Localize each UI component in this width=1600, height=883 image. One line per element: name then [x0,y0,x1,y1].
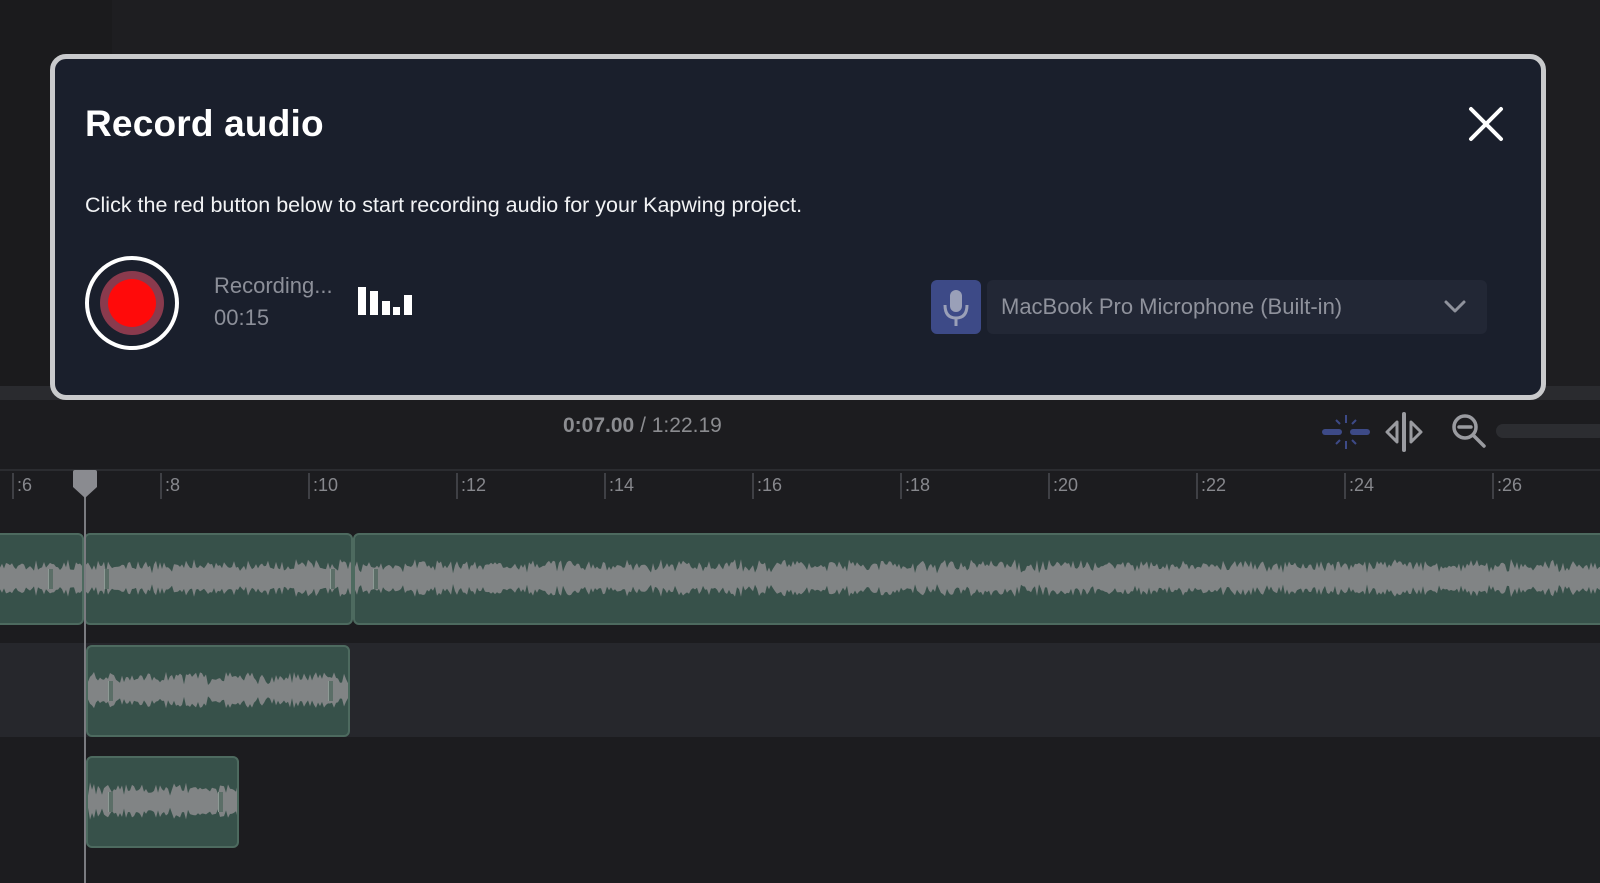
playhead-icon[interactable] [72,469,98,499]
ruler-tick-label: :18 [905,475,931,495]
audio-clip[interactable] [353,533,1600,625]
microphone-select[interactable]: MacBook Pro Microphone (Built-in) [987,280,1487,334]
clip-trim-handle[interactable] [108,681,113,701]
recording-elapsed-time: 00:15 [214,305,270,330]
clip-trim-handle[interactable] [48,569,53,589]
ruler-tick [308,473,310,499]
ruler-tick-label: :20 [1053,475,1079,495]
waveform [0,559,82,597]
clip-trim-handle[interactable] [373,569,378,589]
ruler-tick [1048,473,1050,499]
ruler-tick [1344,473,1346,499]
current-time: 0:07.00 [563,414,635,437]
ruler-tick [456,473,458,499]
total-time: 1:22.19 [651,414,722,437]
ruler-tick-label: :12 [461,475,487,495]
microphone-icon [943,290,969,326]
recorded-audio-clip[interactable] [86,756,239,848]
ruler-tick [12,473,14,499]
microphone-button[interactable] [931,280,981,334]
split-icon [1385,412,1423,452]
zoom-out-icon [1452,414,1486,448]
close-button[interactable] [1465,103,1507,145]
ruler-tick [752,473,754,499]
clip-trim-handle[interactable] [108,792,113,812]
ruler-tick-label: :16 [757,475,783,495]
ruler-tick-label: :8 [165,475,181,495]
audio-clip[interactable] [84,533,353,625]
timecode-readout: 0:07.00 / 1:22.19 [563,414,722,438]
recorded-audio-clip[interactable] [86,645,350,737]
waveform [355,559,1600,597]
ruler-tick-label: :24 [1349,475,1375,495]
chevron-down-icon [1444,300,1466,313]
microphone-selected-value: MacBook Pro Microphone (Built-in) [1001,294,1343,319]
record-audio-modal: Record audio Click the red button below … [50,54,1546,400]
clip-trim-handle[interactable] [328,681,333,701]
record-icon [100,271,164,335]
ruler-tick-label: :22 [1201,475,1227,495]
split-button[interactable] [1384,410,1424,454]
record-button[interactable] [85,256,179,350]
ruler-tick-label: :6 [17,475,33,495]
waveform [88,671,348,709]
audio-level-icon [358,287,412,315]
playhead-line [84,480,86,883]
ruler-tick-label: :14 [609,475,635,495]
modal-title: Record audio [85,103,324,144]
ruler-tick [160,473,162,499]
recording-status: Recording... [214,273,333,298]
clip-trim-handle[interactable] [330,569,335,589]
ruler-tick [1196,473,1198,499]
timeline-ruler[interactable]: :6 :8 :10 :12 :14 :16 :18 :20 :22 :24 :26 [0,469,1600,501]
ruler-tick-label: :10 [313,475,339,495]
snap-icon [1322,415,1370,449]
clip-trim-handle[interactable] [104,569,109,589]
audio-clip[interactable] [0,533,84,625]
ruler-tick-label: :26 [1497,475,1523,495]
ruler-tick [900,473,902,499]
zoom-slider[interactable] [1496,424,1600,438]
time-separator: / [634,414,652,437]
waveform [86,559,351,597]
clip-trim-handle[interactable] [218,792,223,812]
ruler-tick [604,473,606,499]
ruler-tick [1492,473,1494,499]
modal-description: Click the red button below to start reco… [85,193,803,217]
zoom-out-button[interactable] [1451,413,1487,449]
close-icon [1469,107,1503,141]
record-dot [108,279,156,327]
snap-button[interactable] [1320,412,1372,452]
